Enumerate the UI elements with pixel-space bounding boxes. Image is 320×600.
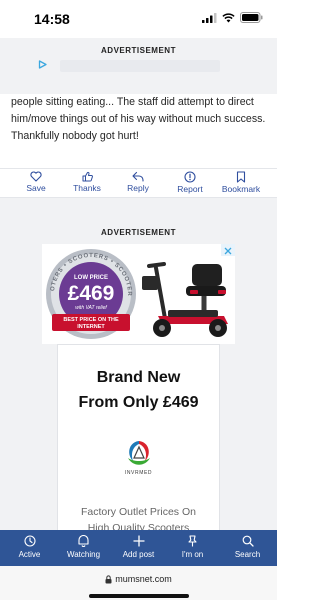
thanks-label: Thanks [73,183,101,193]
ad-label: ADVERTISEMENT [101,228,176,237]
save-button[interactable]: Save [10,171,62,193]
browser-url-bar[interactable]: mumsnet.com [0,566,277,600]
thanks-icon [82,171,93,182]
thanks-button[interactable]: Thanks [61,171,113,193]
watching-icon [78,535,89,547]
home-indicator [89,594,189,598]
mobility-scooter-image [142,262,228,337]
tab-im-on[interactable]: I'm on [165,535,220,559]
top-advertisement[interactable]: ADVERTISEMENT [0,38,277,94]
ad-close-icon[interactable] [221,244,235,256]
post-body: people sitting eating... The staff did a… [0,94,277,168]
tab-im-on-label: I'm on [181,550,204,559]
post-text: people sitting eating... The staff did a… [11,96,266,142]
url-text: mumsnet.com [115,574,172,584]
plus-icon [132,535,145,547]
tab-search-label: Search [234,550,261,559]
price-badge: SCOOTERS • SCOOTERS • SCOOTERS • LOW PRI… [44,246,136,339]
ad-headline: Brand New From Only £469 [58,365,219,415]
search-icon [242,535,254,547]
ad-card[interactable]: Brand New From Only £469 INVRMED Factory… [57,344,220,540]
post-action-bar: Save Thanks Reply Report Bookmark [0,168,277,198]
main-advertisement[interactable]: ADVERTISEMENT SCOOTERS • SCOOTERS • SCOO… [0,198,277,540]
status-time: 14:58 [34,11,70,27]
report-label: Report [177,184,203,194]
tab-add-post-label: Add post [122,550,155,559]
badge-top-text: LOW PRICE [74,275,108,281]
status-bar: 14:58 [0,0,277,38]
report-icon [184,171,196,183]
tab-active-label: Active [18,550,41,559]
ribbon-line-1: BEST PRICE ON THE [63,317,119,323]
wifi-icon [222,12,235,22]
signal-icon [202,12,217,23]
headline-line-2: From Only £469 [78,394,199,411]
clock-icon [23,535,36,547]
invrmed-logo [128,441,150,465]
tab-add-post[interactable]: Add post [111,535,166,559]
status-icons [202,12,263,23]
lock-icon [105,574,112,583]
tagline-line-1: Factory Outlet Prices On [81,506,196,518]
save-label: Save [26,183,46,193]
headline-line-1: Brand New [96,369,181,386]
ad-placeholder [60,60,220,72]
ad-label: ADVERTISEMENT [101,46,176,55]
scooter-banner[interactable]: SCOOTERS • SCOOTERS • SCOOTERS • LOW PRI… [42,244,235,344]
heart-icon [30,171,42,182]
ribbon-line-2: INTERNET [77,324,105,330]
bottom-tab-bar: Active Watching Add post I'm on Search [0,530,277,566]
bookmark-label: Bookmark [221,184,261,194]
reply-button[interactable]: Reply [112,171,164,193]
tab-watching[interactable]: Watching [56,535,111,559]
reply-label: Reply [127,183,149,193]
battery-icon [240,12,263,23]
reply-icon [132,171,144,182]
adchoices-icon[interactable] [38,60,47,69]
bookmark-button[interactable]: Bookmark [215,171,267,194]
logo-text: INVRMED [124,470,153,476]
tab-watching-label: Watching [66,550,101,559]
badge-price: £469 [68,282,115,305]
pin-icon [188,535,197,547]
url-display[interactable]: mumsnet.com [0,574,277,584]
tab-search[interactable]: Search [220,535,275,559]
bookmark-icon [236,171,246,183]
badge-vat: with VAT relief [75,305,107,311]
tab-active[interactable]: Active [2,535,57,559]
report-button[interactable]: Report [164,171,216,194]
